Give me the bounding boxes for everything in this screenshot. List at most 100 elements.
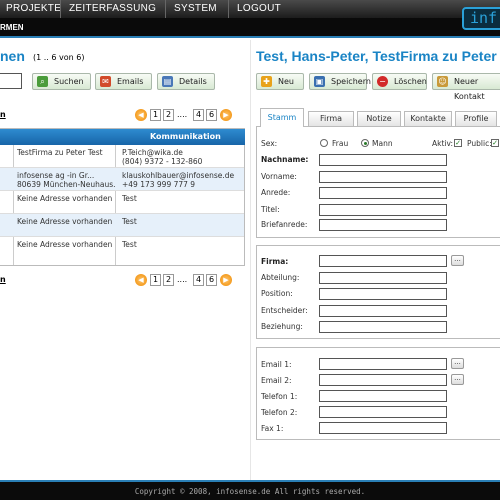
- new-contact-button-label: Neuer Kontakt: [454, 77, 485, 101]
- brand-logo: inf: [462, 7, 500, 30]
- column-kommunikation[interactable]: Kommunikation: [150, 129, 221, 145]
- sex-female-label: Frau: [332, 139, 349, 148]
- titel-field[interactable]: [319, 204, 447, 216]
- page-2[interactable]: 2: [163, 274, 174, 286]
- nachname-field[interactable]: [319, 154, 447, 166]
- next-page-icon[interactable]: ▶: [220, 274, 232, 286]
- briefanrede-field[interactable]: [319, 219, 447, 231]
- pager-label-top[interactable]: n: [0, 110, 6, 119]
- firma-lookup-button[interactable]: ...: [451, 255, 464, 266]
- email1-lookup-button[interactable]: ...: [451, 358, 464, 369]
- copyright-text: Copyright © 2008, infosense.de All right…: [134, 487, 366, 496]
- tab-notize[interactable]: Notize: [357, 111, 401, 126]
- page-1[interactable]: 1: [150, 109, 161, 121]
- email1-field[interactable]: [319, 358, 447, 370]
- page-6[interactable]: 6: [206, 274, 217, 286]
- emails-button[interactable]: ✉ Emails: [95, 73, 152, 90]
- telefon1-field[interactable]: [319, 390, 447, 402]
- new-button[interactable]: ✚ Neu: [256, 73, 304, 90]
- public-label: Public:: [467, 139, 492, 148]
- nav-logout[interactable]: LOGOUT: [228, 0, 281, 18]
- search-button[interactable]: ⌕ Suchen: [32, 73, 91, 90]
- prev-page-icon[interactable]: ◀: [135, 274, 147, 286]
- beziehung-field[interactable]: [319, 321, 447, 333]
- delete-icon: −: [377, 76, 388, 87]
- table-row[interactable]: Keine Adresse vorhanden Test: [0, 237, 244, 260]
- row-address: Keine Adresse vorhanden: [17, 194, 113, 203]
- active-label: Aktiv:: [432, 139, 454, 148]
- result-count: (1 .. 6 von 6): [33, 53, 85, 62]
- position-label: Position:: [261, 289, 293, 298]
- detail-tabs: Stamm Firma Notize Kontakte Profile: [256, 108, 500, 127]
- abteilung-label: Abteilung:: [261, 273, 300, 282]
- page-1[interactable]: 1: [150, 274, 161, 286]
- sub-nav: RMEN: [0, 18, 500, 38]
- delete-button-label: Löschen: [394, 77, 427, 86]
- active-checkbox[interactable]: ✓: [454, 139, 462, 147]
- sex-label: Sex:: [261, 139, 278, 148]
- new-button-label: Neu: [278, 77, 294, 86]
- table-row[interactable]: Keine Adresse vorhanden Test: [0, 214, 244, 237]
- email-icon: ✉: [100, 76, 111, 87]
- entscheider-field[interactable]: [319, 305, 447, 317]
- details-button[interactable]: ▤ Details: [157, 73, 215, 90]
- titel-label: Titel:: [261, 205, 280, 214]
- nav-system[interactable]: SYSTEM: [165, 0, 217, 18]
- email2-lookup-button[interactable]: ...: [451, 374, 464, 385]
- beziehung-label: Beziehung:: [261, 322, 303, 331]
- row-address: TestFirma zu Peter Test: [17, 148, 103, 157]
- tab-stamm[interactable]: Stamm: [260, 108, 304, 127]
- fax1-label: Fax 1:: [261, 424, 284, 433]
- delete-button[interactable]: − Löschen: [372, 73, 427, 90]
- save-button[interactable]: ▣ Speichern: [309, 73, 371, 90]
- vorname-field[interactable]: [319, 171, 447, 183]
- position-field[interactable]: [319, 288, 447, 300]
- subnav-item-firmen[interactable]: RMEN: [0, 18, 24, 38]
- tab-kontakte[interactable]: Kontakte: [404, 111, 452, 126]
- details-icon: ▤: [162, 76, 173, 87]
- pager-label-bottom[interactable]: n: [0, 275, 6, 284]
- row-email: Test: [122, 240, 137, 249]
- telefon2-field[interactable]: [319, 406, 447, 418]
- entscheider-label: Entscheider:: [261, 306, 308, 315]
- page-2[interactable]: 2: [163, 109, 174, 121]
- fax1-field[interactable]: [319, 422, 447, 434]
- tab-profile[interactable]: Profile: [455, 111, 497, 126]
- firma-field[interactable]: [319, 255, 447, 267]
- row-address-line2: 80639 München-Neuhaus...: [17, 180, 115, 189]
- tab-firma[interactable]: Firma: [308, 111, 354, 126]
- page-4[interactable]: 4: [193, 274, 204, 286]
- top-nav: PROJEKTE ZEITERFASSUNG SYSTEM LOGOUT: [0, 0, 500, 18]
- abteilung-field[interactable]: [319, 272, 447, 284]
- nav-projekte[interactable]: PROJEKTE: [6, 0, 61, 18]
- row-phone: (804) 9372 - 132-860: [122, 157, 203, 166]
- search-icon: ⌕: [37, 76, 48, 87]
- save-icon: ▣: [314, 76, 325, 87]
- table-row[interactable]: TestFirma zu Peter Test P.Teich@wika.de(…: [0, 145, 244, 168]
- row-email: klauskohlbauer@infosense.de: [122, 171, 235, 180]
- table-row[interactable]: infosense ag -in Gr... 80639 München-Neuh…: [0, 168, 244, 191]
- nav-zeiterfassung[interactable]: ZEITERFASSUNG: [60, 0, 156, 18]
- page-4[interactable]: 4: [193, 109, 204, 121]
- next-page-icon[interactable]: ▶: [220, 109, 232, 121]
- new-contact-button[interactable]: ☺ Neuer Kontakt: [432, 73, 500, 101]
- page-6[interactable]: 6: [206, 109, 217, 121]
- prev-page-icon[interactable]: ◀: [135, 109, 147, 121]
- row-phone: +49 173 999 777 9: [122, 180, 196, 189]
- pager-ellipsis: ....: [177, 275, 188, 284]
- email1-label: Email 1:: [261, 360, 292, 369]
- sex-male-radio[interactable]: [361, 139, 369, 147]
- search-button-label: Suchen: [54, 77, 84, 86]
- anrede-field[interactable]: [319, 187, 447, 199]
- pager-ellipsis: ....: [177, 110, 188, 119]
- email2-field[interactable]: [319, 374, 447, 386]
- contacts-table: Kommunikation TestFirma zu Peter Test P.…: [0, 128, 245, 266]
- user-add-icon: ☺: [437, 76, 448, 87]
- panel-divider: [250, 40, 251, 480]
- pager-bottom: ◀ 1 2 .... 4 6 ▶: [135, 274, 245, 286]
- sex-female-radio[interactable]: [320, 139, 328, 147]
- table-row[interactable]: Keine Adresse vorhanden Test: [0, 191, 244, 214]
- pager-top: ◀ 1 2 .... 4 6 ▶: [135, 109, 245, 121]
- public-checkbox[interactable]: ✓: [491, 139, 499, 147]
- search-input[interactable]: [0, 73, 22, 89]
